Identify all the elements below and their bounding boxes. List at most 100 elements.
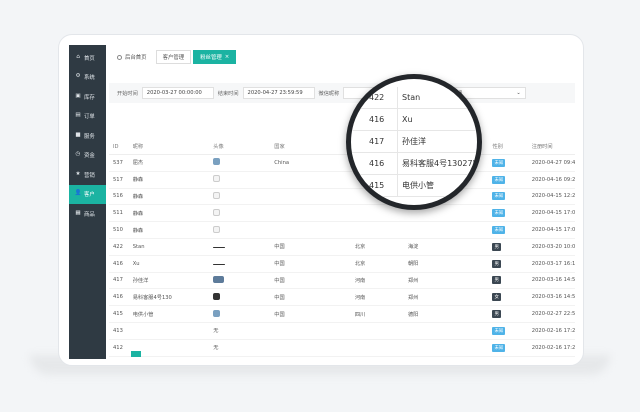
table-row[interactable]: 417 孙佳洋 中国 河南 郑州 男 2020-03-16 14:5	[109, 273, 575, 290]
cell-name: 静森	[132, 227, 144, 234]
column-header[interactable]: 头像	[209, 143, 270, 150]
tab-fans-label: 粉丝管理	[200, 55, 222, 61]
table-row[interactable]: 412 无 未知 2020-02-16 17:2	[109, 340, 575, 357]
sidebar-item-label: 客户	[84, 192, 95, 199]
start-time-input[interactable]: 2020-03-27 00:00:00	[141, 87, 214, 99]
cell-time: 2020-03-20 10:0	[531, 243, 575, 250]
column-header[interactable]: 昵称	[129, 143, 210, 150]
sidebar-item-0[interactable]: ⌂ 首页	[69, 48, 106, 68]
cell-gender: 未知	[488, 209, 527, 218]
magnifier-row: 422 Stan	[351, 86, 477, 109]
cell-time: 2020-02-27 22:5	[531, 311, 575, 318]
table-row[interactable]: 537 屈杰 China 未知 2020-04-27 09:4	[109, 155, 575, 172]
cell-country: 中国	[274, 261, 285, 268]
cell-time: 2020-03-17 16:1	[531, 260, 575, 267]
filter-bar: 开始时间 2020-03-27 00:00:00 结束时间 2020-04-27…	[109, 83, 575, 103]
avatar	[213, 158, 221, 166]
column-header[interactable]: 注册时间	[528, 143, 575, 150]
sidebar-item-label: 资金	[84, 153, 95, 160]
table-row[interactable]: 422 Stan 中国 北京 海淀 男 2020-03-20 10:0	[109, 239, 575, 256]
admin-screen: ⌂ 首页 ⚙ 系统 ▣ 库存 ▤ 订单 ■ 服务 ◷ 资金 ★ 营销 👤 客户 …	[69, 45, 575, 359]
avatar-text: 无	[213, 345, 219, 352]
cell-city: 德阳	[407, 311, 419, 318]
cell-time: 2020-04-16 09:2	[531, 176, 575, 183]
cell-id: 415	[113, 311, 123, 318]
cell-city: 郑州	[407, 277, 419, 284]
cell-time: 2020-04-15 17:0	[531, 210, 575, 217]
sidebar-item-1[interactable]: ⚙ 系统	[69, 68, 106, 88]
sidebar-item-7[interactable]: 👤 客户	[69, 184, 106, 204]
cell-gender: 男	[488, 276, 527, 285]
sidebar-item-label: 服务	[84, 133, 95, 140]
avatar	[213, 275, 225, 283]
cell-name: 静森	[132, 210, 144, 217]
pagination-current[interactable]	[131, 351, 141, 357]
star-icon: ★	[75, 170, 81, 177]
cell-avatar: 无	[209, 327, 270, 334]
close-icon[interactable]: ×	[225, 54, 230, 60]
table-row[interactable]: 511 静森 未知 2020-04-15 17:0	[109, 205, 575, 223]
sidebar-item-8[interactable]: ▦ 商品	[69, 204, 106, 224]
gender-badge: 未知	[492, 343, 506, 352]
cell-name: Xu	[132, 260, 140, 267]
gender-badge: 男	[492, 242, 501, 251]
column-header[interactable]: 国家	[270, 143, 351, 150]
cell-id: 511	[113, 210, 123, 217]
grid-icon: ▦	[75, 209, 81, 216]
cell-gender: 未知	[488, 158, 527, 167]
sidebar-item-label: 订单	[84, 114, 95, 121]
sidebar-item-2[interactable]: ▣ 库存	[69, 87, 106, 107]
table-row[interactable]: 415 电供小管 中国 四川 德阳 男 2020-02-27 22:5	[109, 306, 575, 323]
avatar	[213, 191, 221, 199]
magnifier-row: 417 孙佳洋	[351, 130, 477, 153]
cell-id: 537	[113, 159, 123, 166]
circle-icon	[117, 54, 122, 60]
column-header[interactable]: ID	[109, 144, 129, 150]
sidebar-item-label: 首页	[84, 55, 95, 62]
sidebar-item-label: 库存	[84, 94, 95, 101]
table-row[interactable]: 517 静森 未知 2020-04-16 09:2	[109, 172, 575, 189]
gear-icon: ⚙	[75, 73, 81, 80]
cell-province: 河南	[354, 277, 366, 284]
cell-city: 郑州	[407, 294, 419, 301]
table-row[interactable]: 413 无 未知 2020-02-16 17:2	[109, 323, 575, 340]
cell-name: 易科客服4号130	[132, 294, 172, 301]
gender-badge: 未知	[492, 209, 506, 218]
cell-time: 2020-03-16 14:5	[531, 277, 575, 284]
gender-badge: 未知	[492, 326, 506, 335]
magnifier-name: 孙佳洋	[397, 130, 426, 153]
sidebar-item-label: 商品	[84, 211, 95, 218]
cell-city: 朝阳	[407, 261, 419, 268]
sidebar-item-5[interactable]: ◷ 资金	[69, 146, 106, 166]
sidebar-item-6[interactable]: ★ 营销	[69, 165, 106, 185]
avatar-text: 无	[213, 328, 219, 335]
cell-gender: 男	[488, 310, 527, 319]
cell-time: 2020-02-16 17:2	[531, 327, 575, 334]
start-time-label: 开始时间	[117, 90, 138, 97]
magnifier-id: 416	[369, 159, 385, 168]
cell-gender: 未知	[488, 192, 527, 201]
end-time-label: 结束时间	[217, 90, 239, 97]
magnifier-row: 416 易科客服4号1302750	[351, 152, 477, 175]
cell-avatar	[209, 244, 270, 250]
cell-gender: 未知	[488, 343, 527, 352]
table-header: ID昵称头像国家省份城市性别注册时间	[109, 139, 575, 155]
cell-country: China	[274, 159, 290, 166]
cell-avatar	[209, 261, 270, 267]
cell-city: 海淀	[407, 244, 419, 251]
table-row[interactable]: 416 Xu 中国 北京 朝阳 男 2020-03-17 16:1	[109, 256, 575, 273]
table-row[interactable]: 516 静森 未知 2020-04-15 12:2	[109, 189, 575, 206]
table-row[interactable]: 510 静森 未知 2020-04-15 17:0	[109, 222, 575, 239]
user-icon: 👤	[74, 190, 82, 197]
column-header[interactable]: 性别	[488, 143, 527, 150]
gender-badge: 未知	[492, 226, 506, 235]
cell-id: 416	[113, 260, 123, 267]
tab-fans[interactable]: 粉丝管理 ×	[193, 50, 237, 64]
tab-home[interactable]: 后台首页	[110, 50, 154, 64]
magnifier-name: Stan	[397, 86, 420, 109]
tab-customer[interactable]: 客户管理	[155, 50, 192, 64]
end-time-input[interactable]: 2020-04-27 23:59:59	[242, 87, 315, 99]
sidebar-item-4[interactable]: ■ 服务	[69, 126, 106, 146]
sidebar-item-3[interactable]: ▤ 订单	[69, 107, 106, 127]
table-row[interactable]: 416 易科客服4号130 中国 河南 郑州 女 2020-03-16 14:5	[109, 289, 575, 307]
